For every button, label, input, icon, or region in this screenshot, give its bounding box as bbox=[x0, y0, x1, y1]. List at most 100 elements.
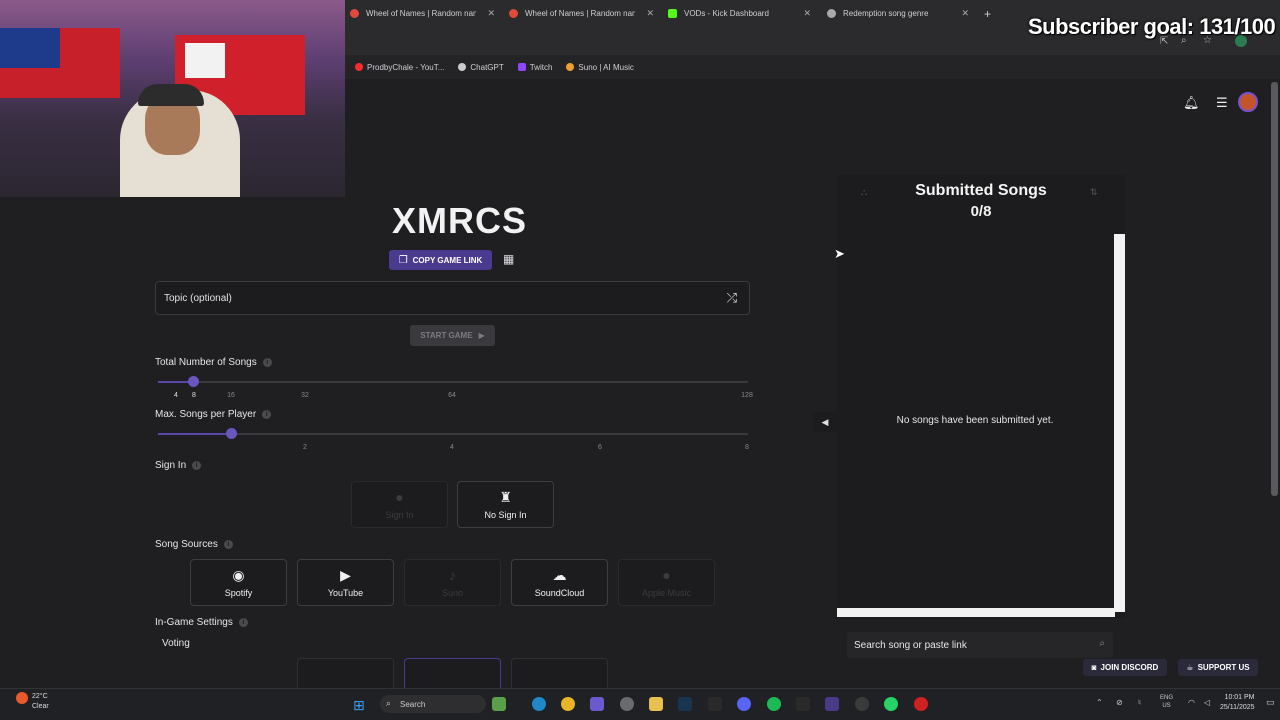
close-icon[interactable]: ✕ bbox=[961, 8, 969, 19]
microphone-icon[interactable]: ♮ bbox=[1138, 698, 1141, 707]
option-label: Apple Music bbox=[641, 587, 692, 598]
taskbar-app-icon[interactable] bbox=[492, 697, 506, 711]
source-apple-music-button[interactable]: ● Apple Music bbox=[618, 559, 715, 606]
submitted-songs-count: 0/8 bbox=[970, 203, 992, 220]
voting-mode-option[interactable] bbox=[511, 658, 608, 692]
total-songs-slider-knob[interactable] bbox=[188, 376, 199, 387]
new-tab-button[interactable]: + bbox=[984, 2, 996, 25]
browser-tab[interactable]: Wheel of Names | Random nam ✕ bbox=[509, 2, 654, 25]
source-soundcloud-button[interactable]: ☁ SoundCloud bbox=[511, 559, 608, 606]
chrome-icon[interactable] bbox=[561, 697, 575, 711]
start-game-button[interactable]: START GAME ▶ bbox=[410, 325, 495, 346]
windows-start-icon[interactable]: ⊞ bbox=[353, 697, 365, 714]
volume-icon[interactable]: ◁ bbox=[1204, 698, 1210, 707]
voting-mode-option[interactable] bbox=[404, 658, 501, 692]
slider-tick: 16 bbox=[227, 392, 235, 399]
browser-tab[interactable]: Wheel of Names | Random nam ✕ bbox=[350, 2, 495, 25]
media-player-icon[interactable] bbox=[855, 697, 869, 711]
copy-icon: ❐ bbox=[398, 254, 408, 266]
source-youtube-button[interactable]: ▶ YouTube bbox=[297, 559, 394, 606]
voting-label: Voting bbox=[162, 638, 190, 649]
option-label: Suno bbox=[441, 587, 464, 598]
weather-icon[interactable] bbox=[16, 692, 28, 704]
max-songs-slider-knob[interactable] bbox=[226, 428, 237, 439]
discord-icon[interactable] bbox=[737, 697, 751, 711]
tab-favicon-icon bbox=[350, 9, 359, 18]
game-title: XMRCS bbox=[392, 200, 528, 241]
system-clock[interactable]: 10:01 PM 25/11/2025 bbox=[1220, 693, 1255, 713]
support-us-button[interactable]: ☕︎ SUPPORT US bbox=[1178, 659, 1258, 676]
voting-mode-option[interactable] bbox=[297, 658, 394, 692]
topic-input[interactable]: Topic (optional) ⤮ bbox=[155, 281, 750, 315]
bookmark-item[interactable]: Twitch bbox=[517, 63, 552, 72]
capcut-icon[interactable] bbox=[796, 697, 810, 711]
info-icon[interactable]: i bbox=[262, 410, 272, 419]
info-icon[interactable]: i bbox=[192, 461, 202, 470]
bookmark-item[interactable]: ProdbyChale - YouT... bbox=[355, 63, 444, 72]
mouse-cursor-icon: ➤ bbox=[834, 246, 845, 261]
chevron-up-icon[interactable]: ⌃ bbox=[1096, 698, 1103, 707]
panel-vertical-scrollbar[interactable] bbox=[1114, 234, 1125, 612]
panel-horizontal-scrollbar[interactable] bbox=[837, 608, 1115, 617]
edge-icon[interactable] bbox=[532, 697, 546, 711]
close-icon[interactable]: ✕ bbox=[803, 8, 811, 19]
max-songs-slider-fill bbox=[158, 433, 232, 435]
notification-icon[interactable]: ▭ bbox=[1266, 697, 1275, 708]
start-game-label: START GAME bbox=[420, 331, 473, 340]
menu-icon[interactable]: ☰ bbox=[1216, 95, 1228, 111]
total-songs-label: Total Number of Songs i bbox=[155, 357, 272, 368]
join-discord-button[interactable]: ◙ JOIN DISCORD bbox=[1083, 659, 1167, 676]
option-label: Sign In bbox=[385, 509, 414, 520]
obs-icon[interactable] bbox=[914, 697, 928, 711]
qr-code-icon[interactable]: ▦ bbox=[503, 253, 516, 266]
search-icon: ⌕ bbox=[1099, 638, 1105, 649]
bookmark-item[interactable]: ChatGPT bbox=[458, 63, 504, 72]
taskbar-app-icon[interactable] bbox=[590, 697, 604, 711]
song-sources-label: Song Sources i bbox=[155, 539, 233, 550]
source-suno-button[interactable]: ♪ Suno bbox=[404, 559, 501, 606]
settings-icon[interactable] bbox=[620, 697, 634, 711]
in-game-settings-label: In-Game Settings i bbox=[155, 617, 248, 628]
play-icon: ▶ bbox=[478, 331, 485, 340]
folder-icon[interactable] bbox=[649, 697, 663, 711]
discord-icon: ◙ bbox=[1091, 663, 1097, 672]
close-icon[interactable]: ✕ bbox=[487, 8, 495, 19]
option-label: No Sign In bbox=[484, 509, 527, 520]
browser-tab[interactable]: VODs - Kick Dashboard ✕ bbox=[668, 2, 811, 25]
shuffle-icon[interactable]: ⤮ bbox=[727, 290, 737, 306]
language-indicator[interactable]: ENG US bbox=[1160, 694, 1173, 710]
steam-icon[interactable] bbox=[678, 697, 692, 711]
tray-icon[interactable]: ⊘ bbox=[1116, 698, 1123, 707]
weather-widget[interactable]: 22°C Clear bbox=[32, 692, 49, 712]
tab-title: VODs - Kick Dashboard bbox=[684, 9, 769, 18]
kofi-icon: ☕︎ bbox=[1186, 663, 1194, 672]
song-search-input[interactable]: Search song or paste link ⌕ bbox=[847, 632, 1113, 658]
copy-game-link-button[interactable]: ❐ COPY GAME LINK bbox=[389, 250, 492, 270]
bell-icon[interactable]: 🔔︎ bbox=[1183, 95, 1200, 111]
option-label: Spotify bbox=[224, 587, 253, 598]
info-icon[interactable]: i bbox=[238, 618, 248, 627]
browser-tab-active[interactable]: Redemption song genre ✕ bbox=[827, 2, 969, 25]
taskbar-search[interactable]: ⌕ Search bbox=[380, 695, 486, 713]
spotify-icon: ◉ bbox=[232, 566, 245, 583]
info-icon[interactable]: i bbox=[262, 358, 272, 367]
source-spotify-button[interactable]: ◉ Spotify bbox=[190, 559, 287, 606]
max-songs-slider[interactable] bbox=[158, 433, 748, 435]
whatsapp-icon[interactable] bbox=[884, 697, 898, 711]
windows-taskbar bbox=[0, 688, 1280, 720]
sign-in-option-button[interactable]: ● Sign In bbox=[351, 481, 448, 528]
page-scrollbar[interactable] bbox=[1271, 82, 1278, 496]
taskbar-app-icon[interactable] bbox=[825, 697, 839, 711]
avatar[interactable] bbox=[1238, 92, 1258, 112]
taskbar-app-icon[interactable] bbox=[708, 697, 722, 711]
info-icon[interactable]: i bbox=[223, 540, 233, 549]
no-sign-in-option-button[interactable]: ♜ No Sign In bbox=[457, 481, 554, 528]
total-songs-slider[interactable] bbox=[158, 381, 748, 383]
close-icon[interactable]: ✕ bbox=[646, 8, 654, 19]
slider-tick: 8 bbox=[192, 392, 196, 399]
spotify-icon[interactable] bbox=[767, 697, 781, 711]
bookmark-item[interactable]: Suno | AI Music bbox=[566, 63, 634, 72]
flag-image bbox=[0, 28, 120, 98]
wifi-icon[interactable]: ◠ bbox=[1188, 698, 1195, 707]
collapse-panel-button[interactable]: ◀ bbox=[813, 412, 837, 432]
